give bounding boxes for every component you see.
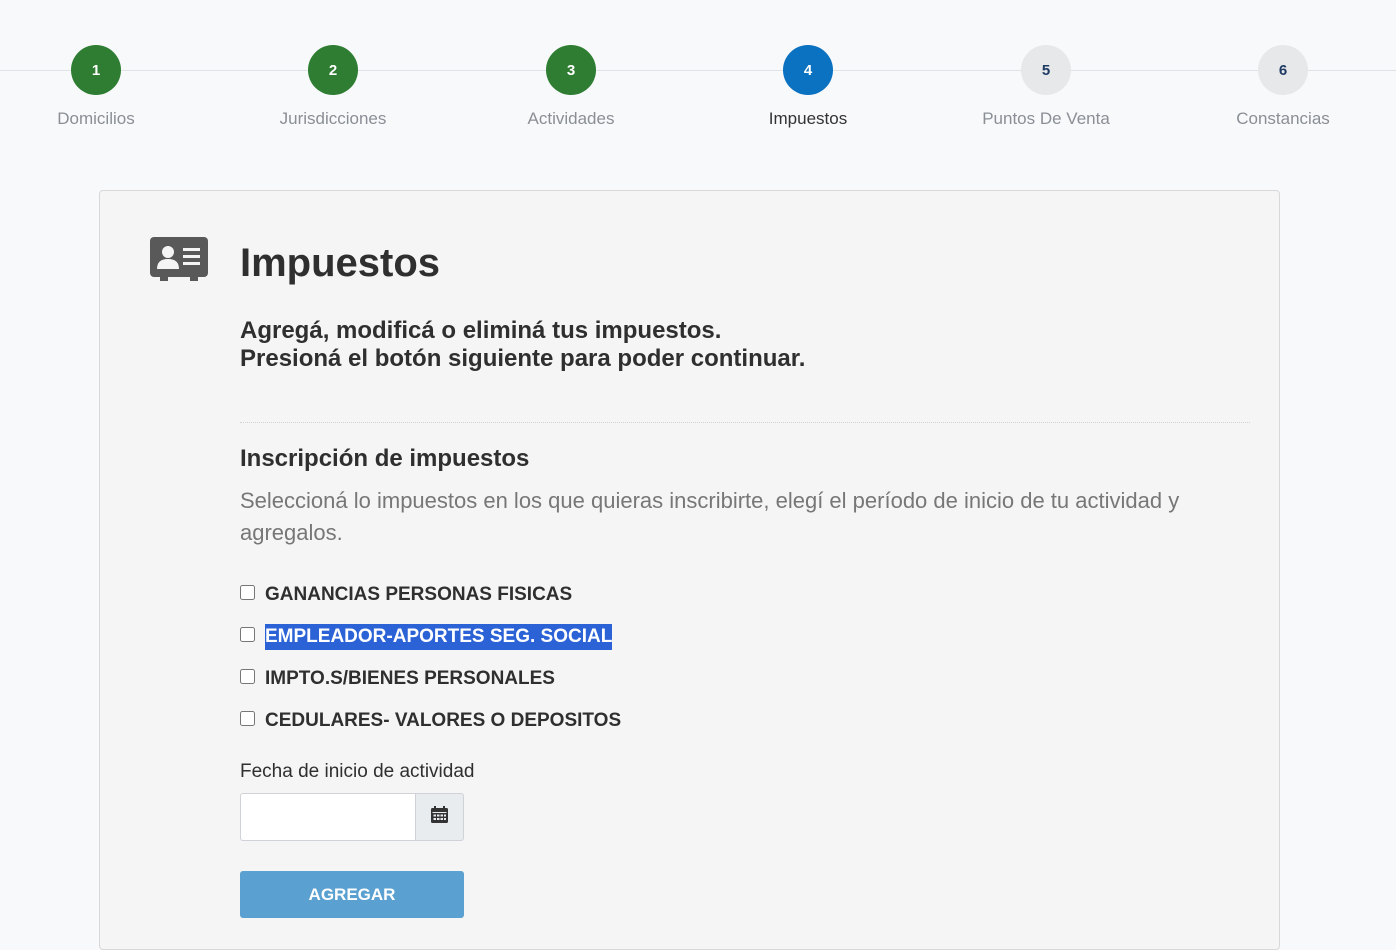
- tax-option[interactable]: CEDULARES- VALORES O DEPOSITOS: [240, 700, 621, 742]
- subtitle-line-2: Presioná el botón siguiente para poder c…: [240, 345, 806, 372]
- step-constancias[interactable]: 6 Constancias: [1183, 45, 1383, 129]
- tax-option[interactable]: IMPTO.S/BIENES PERSONALES: [240, 658, 621, 700]
- calendar-icon: [431, 806, 448, 828]
- step-jurisdicciones[interactable]: 2 Jurisdicciones: [233, 45, 433, 129]
- section-description: Seleccioná lo impuestos en los que quier…: [240, 488, 1180, 545]
- card-subtitle: Agregá, modificá o eliminá tus impuestos…: [240, 317, 805, 373]
- tax-option-label: EMPLEADOR-APORTES SEG. SOCIAL: [265, 624, 613, 650]
- tax-checkbox[interactable]: [240, 626, 255, 642]
- subtitle-line-1: Agregá, modificá o eliminá tus impuestos…: [240, 317, 722, 344]
- divider: [240, 422, 1250, 423]
- start-date-group: [240, 793, 464, 841]
- stepper: 1 Domicilios 2 Jurisdicciones 3 Activida…: [0, 0, 1396, 150]
- start-date-label: Fecha de inicio de actividad: [240, 761, 475, 782]
- id-card-icon: [150, 237, 208, 281]
- step-label: Puntos De Venta: [982, 109, 1110, 128]
- step-actividades[interactable]: 3 Actividades: [471, 45, 671, 129]
- step-puntos-de-venta[interactable]: 5 Puntos De Venta: [946, 45, 1146, 129]
- step-label: Domicilios: [57, 109, 135, 128]
- step-domicilios[interactable]: 1 Domicilios: [0, 45, 196, 129]
- start-date-input[interactable]: [240, 793, 415, 841]
- tax-option-label: CEDULARES- VALORES O DEPOSITOS: [265, 710, 622, 731]
- tax-option[interactable]: EMPLEADOR-APORTES SEG. SOCIAL: [240, 616, 621, 658]
- tax-option[interactable]: GANANCIAS PERSONAS FISICAS: [240, 574, 621, 616]
- step-label: Jurisdicciones: [279, 109, 387, 128]
- step-number: 3: [546, 45, 596, 95]
- step-number: 5: [1021, 45, 1071, 95]
- taxes-card: Impuestos Agregá, modificá o eliminá tus…: [99, 190, 1280, 950]
- calendar-button[interactable]: [415, 793, 464, 841]
- step-number: 4: [783, 45, 833, 95]
- step-number: 6: [1258, 45, 1308, 95]
- step-impuestos[interactable]: 4 Impuestos: [708, 45, 908, 129]
- step-label: Impuestos: [768, 109, 848, 128]
- tax-option-label: IMPTO.S/BIENES PERSONALES: [265, 668, 555, 689]
- add-button[interactable]: AGREGAR: [240, 871, 464, 918]
- tax-checkbox[interactable]: [240, 710, 255, 726]
- step-number: 2: [308, 45, 358, 95]
- tax-checkbox[interactable]: [240, 584, 255, 600]
- step-label: Constancias: [1236, 109, 1330, 128]
- page-title: Impuestos: [240, 241, 441, 285]
- section-title: Inscripción de impuestos: [240, 445, 530, 472]
- tax-checkbox[interactable]: [240, 668, 255, 684]
- tax-options-list: GANANCIAS PERSONAS FISICAS EMPLEADOR-APO…: [240, 574, 621, 742]
- step-label: Actividades: [527, 109, 615, 128]
- tax-option-label: GANANCIAS PERSONAS FISICAS: [265, 584, 573, 605]
- step-number: 1: [71, 45, 121, 95]
